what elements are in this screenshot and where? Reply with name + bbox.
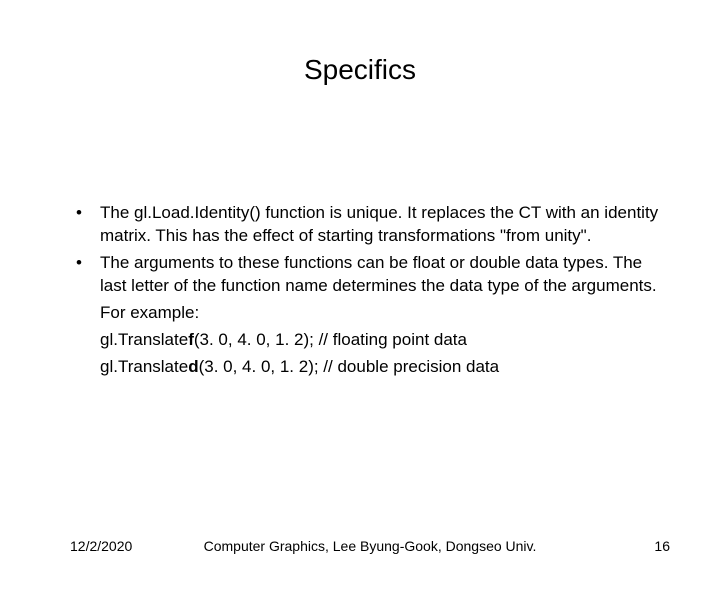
bullet-marker: • bbox=[70, 202, 100, 248]
slide-footer: 12/2/2020 Computer Graphics, Lee Byung-G… bbox=[70, 538, 670, 554]
footer-center: Computer Graphics, Lee Byung-Gook, Dongs… bbox=[70, 538, 670, 554]
example-line: For example: bbox=[100, 302, 660, 325]
bullet-item: • The arguments to these functions can b… bbox=[70, 252, 660, 298]
bullet-text: The gl.Load.Identity() function is uniqu… bbox=[100, 202, 660, 248]
code-text: gl.Translate bbox=[100, 357, 188, 376]
code-text: gl.Translate bbox=[100, 330, 188, 349]
code-text: (3. 0, 4. 0, 1. 2); // floating point da… bbox=[194, 330, 467, 349]
example-line: gl.Translatef(3. 0, 4. 0, 1. 2); // floa… bbox=[100, 329, 660, 352]
code-bold: d bbox=[188, 357, 198, 376]
example-line: gl.Translated(3. 0, 4. 0, 1. 2); // doub… bbox=[100, 356, 660, 379]
bullet-item: • The gl.Load.Identity() function is uni… bbox=[70, 202, 660, 248]
bullet-text: The arguments to these functions can be … bbox=[100, 252, 660, 298]
slide-body: • The gl.Load.Identity() function is uni… bbox=[70, 202, 660, 383]
slide-title: Specifics bbox=[0, 54, 720, 86]
slide: Specifics • The gl.Load.Identity() funct… bbox=[0, 54, 720, 594]
code-text: (3. 0, 4. 0, 1. 2); // double precision … bbox=[199, 357, 500, 376]
bullet-marker: • bbox=[70, 252, 100, 298]
